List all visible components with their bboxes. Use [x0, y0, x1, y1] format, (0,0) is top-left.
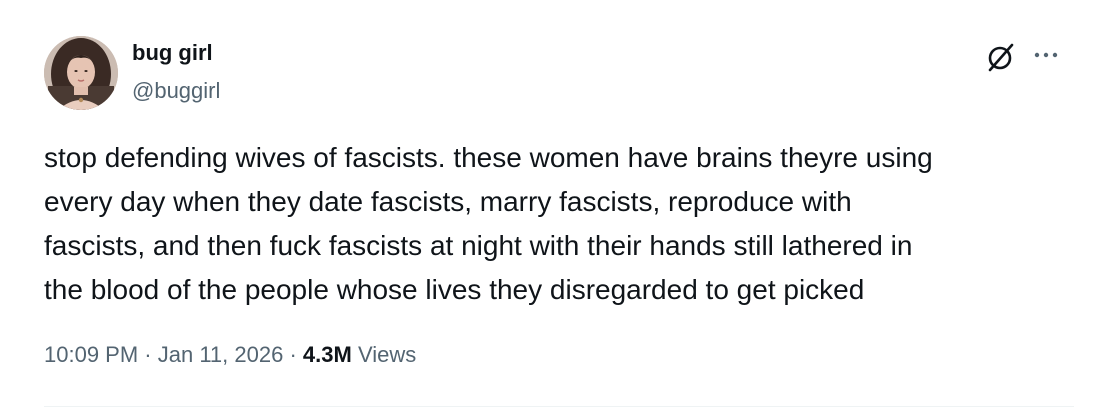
views-label: Views — [357, 342, 417, 367]
author-display-name[interactable]: bug girl — [132, 40, 213, 66]
more-options-icon[interactable] — [1031, 40, 1061, 70]
meta-separator: · — [144, 342, 152, 367]
tweet-time: 10:09 PM — [44, 342, 139, 367]
tweet-text: stop defending wives of fascists. these … — [44, 142, 933, 305]
grok-icon[interactable] — [983, 40, 1017, 74]
views-count: 4.3M — [302, 342, 352, 367]
tweet-date: Jan 11, 2026 — [157, 342, 284, 367]
tweet-meta: 10:09 PM · Jan 11, 2026 · 4.3M Views — [44, 340, 416, 370]
avatar[interactable] — [44, 36, 118, 110]
meta-separator: · — [289, 342, 297, 367]
author-handle[interactable]: @buggirl — [132, 78, 220, 104]
tweet-time-link[interactable]: 10:09 PM · Jan 11, 2026 — [44, 342, 283, 367]
tweet: bug girl @buggirl stop defending wives o… — [0, 0, 1114, 410]
avatar-image — [44, 36, 118, 110]
divider — [44, 406, 1074, 407]
